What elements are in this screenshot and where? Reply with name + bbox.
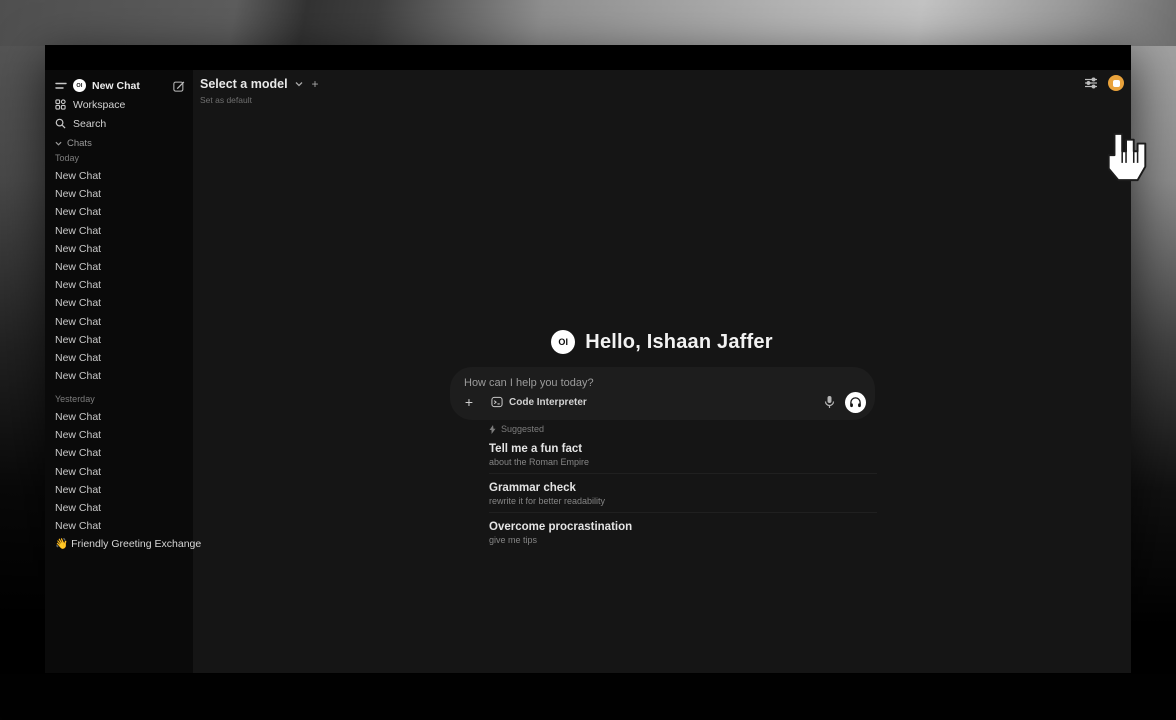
- suggestion-subtitle: about the Roman Empire: [489, 457, 877, 467]
- user-avatar[interactable]: [1108, 75, 1124, 91]
- composer-placeholder: How can I help you today?: [464, 377, 594, 389]
- chats-section-toggle[interactable]: Chats: [55, 136, 185, 150]
- code-interpreter-toggle[interactable]: Code Interpreter: [491, 396, 587, 408]
- sidebar-item-label: Search: [73, 118, 106, 130]
- chat-item[interactable]: New Chat: [55, 167, 187, 185]
- chat-item[interactable]: New Chat: [55, 499, 187, 517]
- chats-section-label: Chats: [67, 138, 92, 149]
- chat-item[interactable]: New Chat: [55, 517, 187, 535]
- chat-item-label: Friendly Greeting Exchange: [71, 538, 201, 550]
- suggestion-item[interactable]: Tell me a fun fact about the Roman Empir…: [489, 435, 877, 474]
- desktop-background-bottom: [0, 674, 1176, 720]
- new-chat-icon[interactable]: [173, 80, 185, 92]
- chat-item[interactable]: New Chat: [55, 222, 187, 240]
- grid-icon: [55, 99, 66, 110]
- chat-item[interactable]: New Chat: [55, 444, 187, 462]
- chat-item[interactable]: New Chat: [55, 367, 187, 385]
- sidebar-header: OI New Chat: [55, 77, 185, 94]
- chat-item[interactable]: New Chat: [55, 258, 187, 276]
- suggestion-item[interactable]: Overcome procrastination give me tips: [489, 513, 877, 551]
- chat-date-label-today: Today: [55, 153, 185, 163]
- app-window: OI New Chat Workspace Search: [45, 45, 1131, 673]
- sidebar-item-label: Workspace: [73, 99, 125, 111]
- model-selector-label: Select a model: [200, 77, 288, 91]
- chat-item[interactable]: New Chat: [55, 481, 187, 499]
- sidebar-title: New Chat: [92, 80, 167, 92]
- chat-list-yesterday: New ChatNew ChatNew ChatNew ChatNew Chat…: [55, 408, 187, 535]
- sidebar: OI New Chat Workspace Search: [45, 70, 193, 673]
- chat-item[interactable]: New Chat: [55, 276, 187, 294]
- terminal-icon: [491, 396, 503, 408]
- suggestion-item[interactable]: Grammar check rewrite it for better read…: [489, 474, 877, 513]
- app-logo-large: OI: [551, 330, 575, 354]
- model-selector-area: Select a model + Set as default: [200, 77, 319, 105]
- sidebar-item-workspace[interactable]: Workspace: [55, 95, 185, 114]
- sidebar-nav: Workspace Search: [55, 95, 185, 133]
- suggestion-title: Tell me a fun fact: [489, 443, 877, 455]
- chat-item[interactable]: New Chat: [55, 294, 187, 312]
- controls-sliders-icon[interactable]: [1084, 77, 1098, 89]
- message-composer[interactable]: How can I help you today? + Code Interpr…: [450, 367, 875, 420]
- chevron-down-icon: [295, 81, 303, 87]
- suggestion-list: Tell me a fun fact about the Roman Empir…: [489, 435, 877, 551]
- sidebar-toggle-icon[interactable]: [55, 81, 67, 91]
- wave-emoji: 👋: [55, 538, 68, 550]
- code-interpreter-label: Code Interpreter: [509, 397, 587, 408]
- greeting-row: OI Hello, Ishaan Jaffer: [193, 328, 1131, 356]
- chat-item-friendly-greeting[interactable]: 👋Friendly Greeting Exchange: [55, 537, 190, 553]
- desktop-background-top: [0, 0, 1176, 46]
- chat-item[interactable]: New Chat: [55, 463, 187, 481]
- suggestion-title: Grammar check: [489, 482, 877, 494]
- suggestion-subtitle: rewrite it for better readability: [489, 496, 877, 506]
- sidebar-item-search[interactable]: Search: [55, 114, 185, 133]
- chat-item[interactable]: New Chat: [55, 331, 187, 349]
- suggested-prompts: Suggested Tell me a fun fact about the R…: [489, 423, 877, 551]
- chat-item[interactable]: New Chat: [55, 203, 187, 221]
- suggestion-title: Overcome procrastination: [489, 521, 877, 533]
- topbar-right: [1084, 75, 1124, 91]
- chat-item[interactable]: New Chat: [55, 408, 187, 426]
- app-logo: OI: [73, 79, 86, 92]
- chat-item[interactable]: New Chat: [55, 240, 187, 258]
- avatar-glyph: [1113, 80, 1120, 87]
- attach-plus-button[interactable]: +: [461, 394, 477, 410]
- suggested-header: Suggested: [489, 423, 877, 435]
- add-model-icon[interactable]: +: [312, 77, 319, 91]
- search-icon: [55, 118, 66, 129]
- chat-item[interactable]: New Chat: [55, 313, 187, 331]
- suggestion-subtitle: give me tips: [489, 535, 877, 545]
- voice-call-button[interactable]: [845, 392, 866, 413]
- composer-toolbar: + Code Interpreter: [461, 391, 866, 413]
- chat-list-today: New ChatNew ChatNew ChatNew ChatNew Chat…: [55, 167, 187, 385]
- chat-date-label-yesterday: Yesterday: [55, 394, 185, 404]
- suggested-label: Suggested: [501, 424, 544, 434]
- chat-item[interactable]: New Chat: [55, 349, 187, 367]
- model-selector[interactable]: Select a model +: [200, 77, 319, 91]
- chat-item[interactable]: New Chat: [55, 185, 187, 203]
- window-titlebar: [45, 45, 1131, 70]
- microphone-icon[interactable]: [821, 394, 837, 410]
- bolt-icon: [489, 425, 496, 434]
- greeting-text: Hello, Ishaan Jaffer: [585, 331, 772, 354]
- set-default-link[interactable]: Set as default: [200, 95, 319, 105]
- chat-item[interactable]: New Chat: [55, 426, 187, 444]
- chevron-down-icon: [55, 141, 62, 146]
